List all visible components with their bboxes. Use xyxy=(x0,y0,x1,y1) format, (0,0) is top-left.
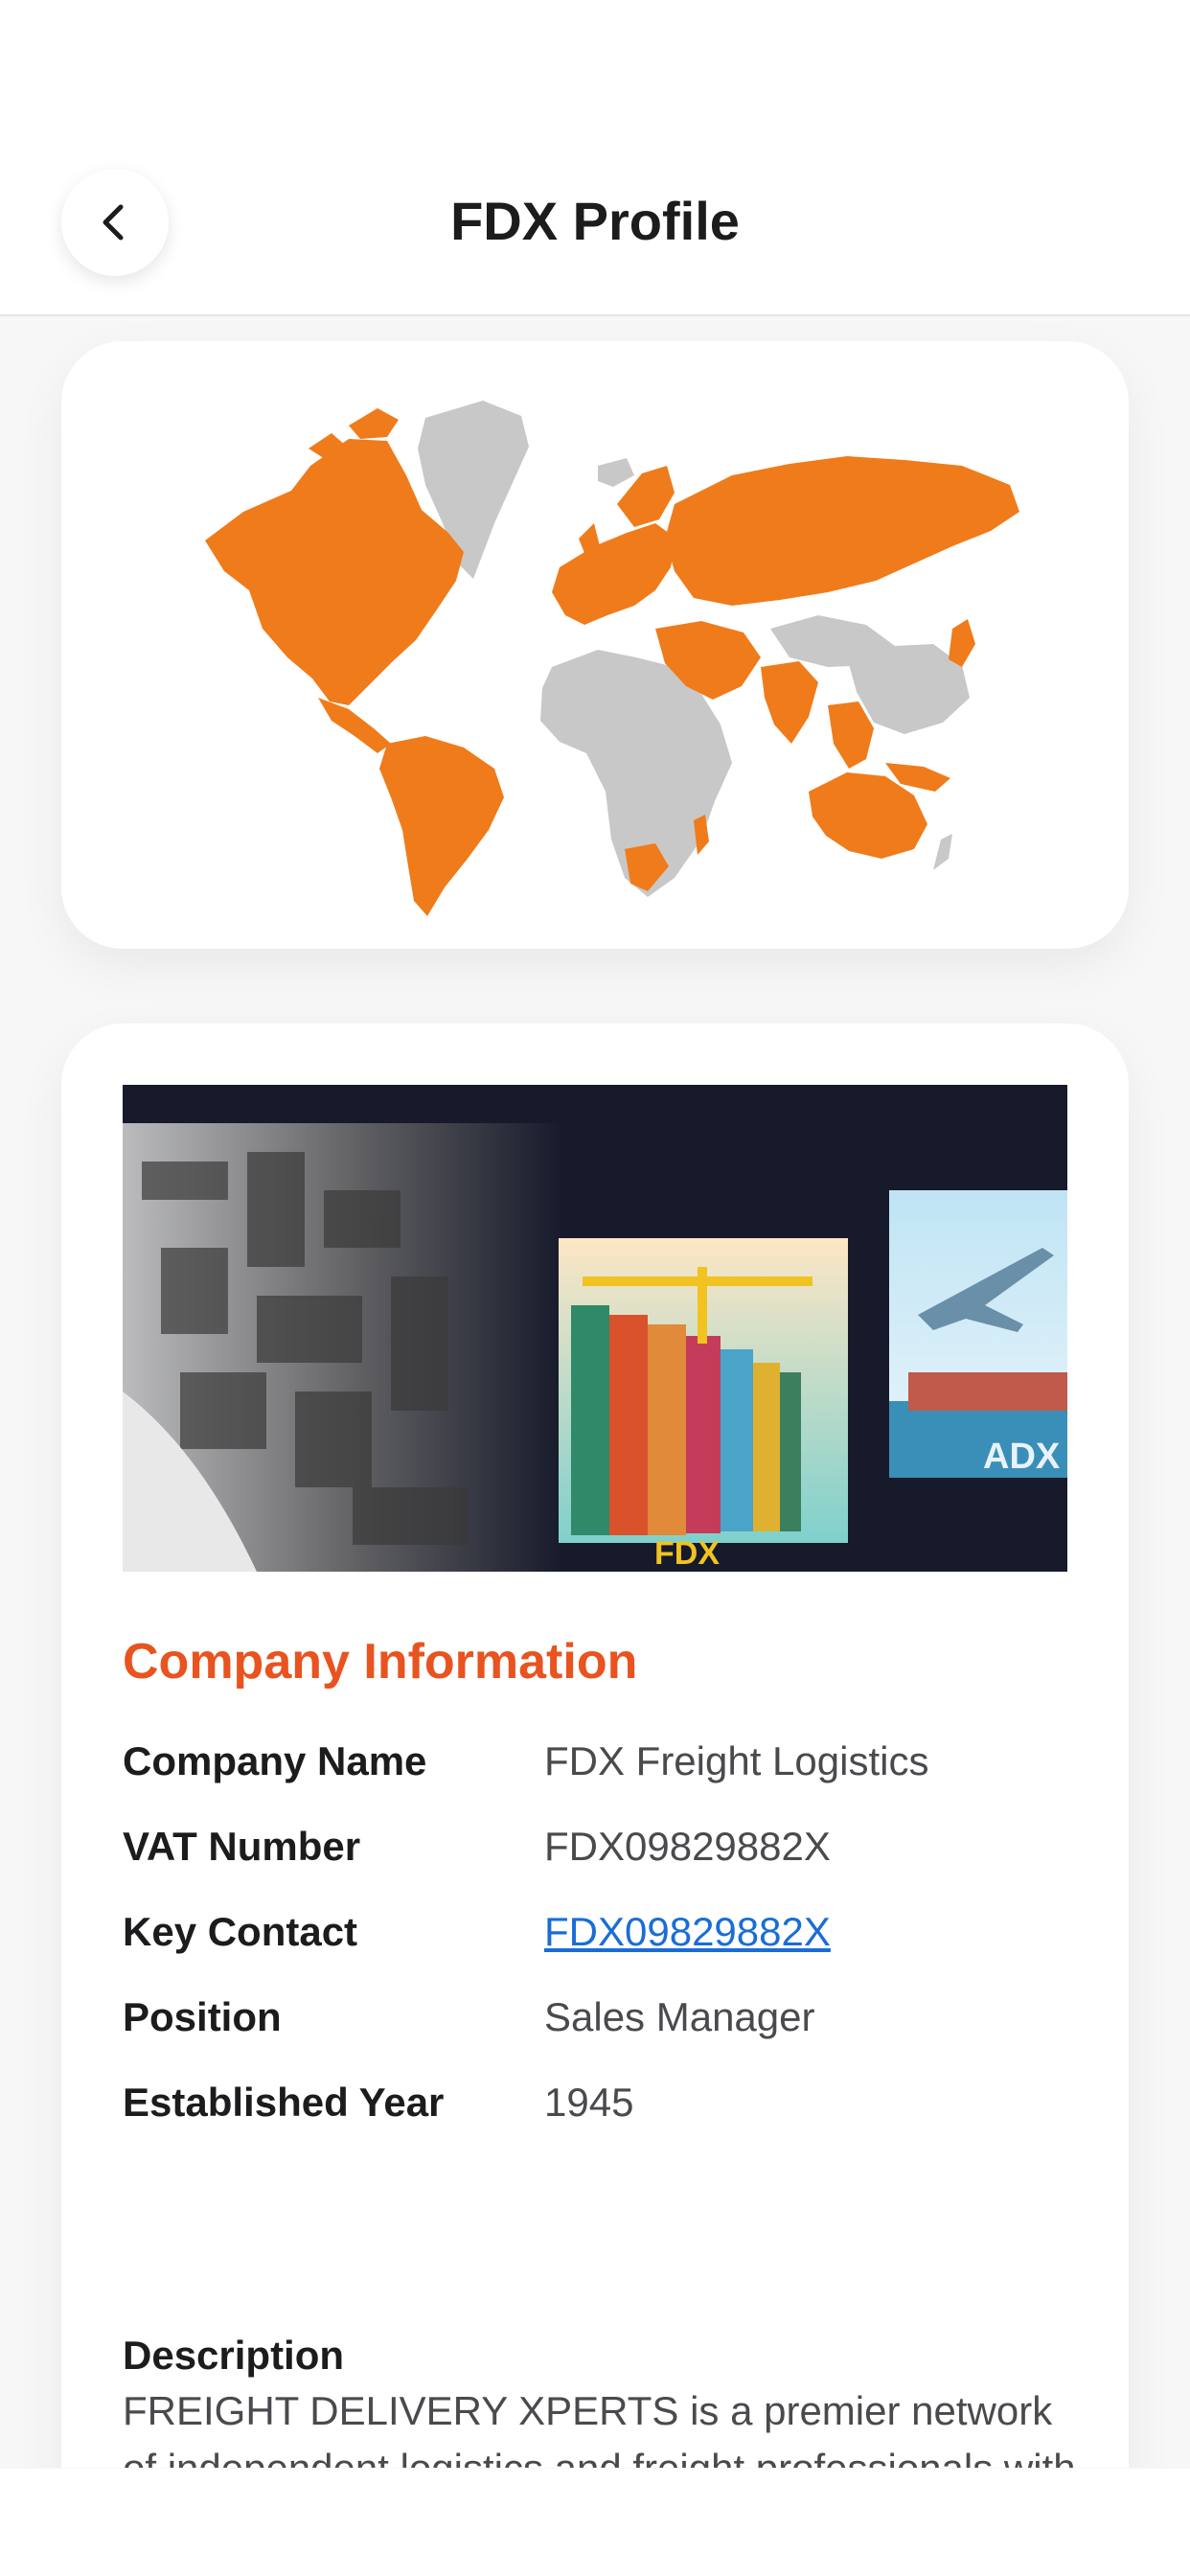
company-info-card: FDX ADX Company Information Company Name… xyxy=(61,1024,1129,2468)
vat-number-label: VAT Number xyxy=(123,1824,361,1869)
description-text: FREIGHT DELIVERY XPERTS is a premier net… xyxy=(123,2388,1076,2468)
vat-number-value: FDX09829882X xyxy=(544,1824,831,1869)
info-row-established-year: Established Year 1945 xyxy=(123,2080,1067,2147)
company-name-value: FDX Freight Logistics xyxy=(544,1738,929,1783)
navigation-bar: FDX Profile xyxy=(0,153,1190,316)
world-map-illustration xyxy=(205,401,1019,916)
coverage-map-card xyxy=(61,341,1129,949)
page-title: FDX Profile xyxy=(450,191,740,251)
key-contact-link[interactable]: FDX09829882X xyxy=(544,1909,831,1955)
position-value: Sales Manager xyxy=(544,1994,815,2039)
info-row-vat-number: VAT Number FDX09829882X xyxy=(123,1824,1067,1891)
company-name-label: Company Name xyxy=(123,1738,427,1783)
company-banner-image: FDX ADX xyxy=(123,1085,1067,1572)
svg-text:FDX: FDX xyxy=(654,1535,720,1572)
info-row-position: Position Sales Manager xyxy=(123,1994,1067,2061)
established-year-value: 1945 xyxy=(544,2080,634,2125)
info-row-company-name: Company Name FDX Freight Logistics xyxy=(123,1738,1067,1806)
bottom-safe-area xyxy=(0,2469,1190,2576)
position-label: Position xyxy=(123,1994,282,2039)
key-contact-label: Key Contact xyxy=(123,1909,358,1954)
scroll-content[interactable]: FDX ADX Company Information Company Name… xyxy=(0,316,1190,2468)
svg-text:ADX: ADX xyxy=(983,1437,1061,1477)
description-label: Description xyxy=(123,2333,345,2378)
company-info-title: Company Information xyxy=(123,1634,638,1690)
info-row-key-contact: Key Contact FDX09829882X xyxy=(123,1909,1067,1976)
status-bar-area xyxy=(0,0,1190,153)
established-year-label: Established Year xyxy=(123,2080,445,2125)
banner-illustration: FDX ADX xyxy=(123,1085,1067,1572)
